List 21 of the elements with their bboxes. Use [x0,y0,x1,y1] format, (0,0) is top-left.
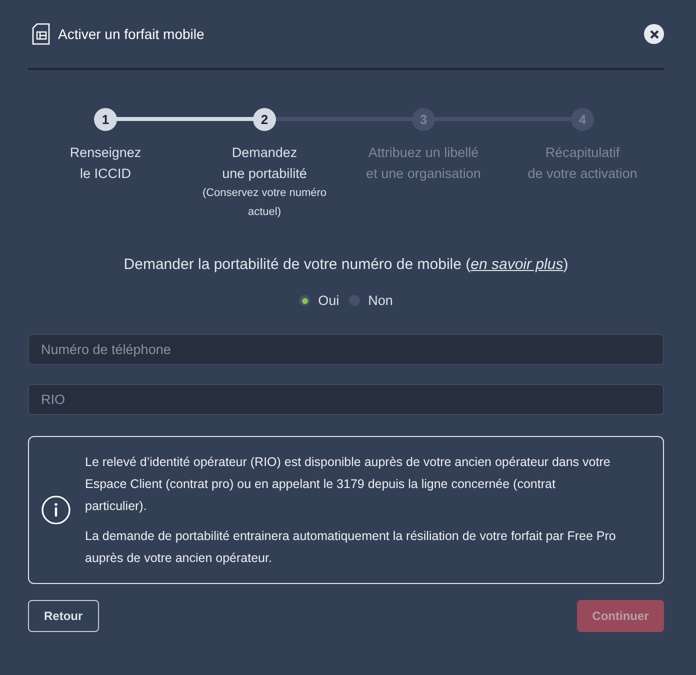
dialog-title: Activer un forfait mobile [58,26,206,42]
step-label: Demandez une portabilité [222,144,307,183]
step-label: Renseignez le ICCID [70,144,142,183]
step-label: Attribuez un libellé et une organisation [366,144,481,183]
close-button[interactable] [644,24,664,44]
step-label: Récapitulatif de votre activation [528,144,638,183]
info-text: La demande de portabilité entrainera automatiquement la résiliation de votre forfait par Free Pro auprès de votre ancien opérateur. [85,528,617,567]
info-text: Le relevé d’identité opérateur (RIO) est disponible auprès de votre ancien opérateur dans votre Espace Client (contrat pro) ou en appelant le 3179 depuis la ligne concernée (contrat particulier). [85,454,612,515]
step-number: 2 [253,108,276,131]
input-field[interactable]: RIO [28,384,664,415]
radio-option[interactable]: Non [349,293,393,308]
step-number: 1 [94,108,117,131]
learn-more-link[interactable]: en savoir plus [470,256,564,273]
close-icon [650,30,658,38]
step-note: (Conservez votre numéro actuel) [201,186,328,220]
sim-card-icon [32,23,50,45]
question-text: Demander la portabilité de votre numéro de mobile (en savoir plus) [122,256,570,273]
radio-option[interactable]: Oui [299,293,340,308]
info-icon [41,495,71,525]
back-button[interactable]: Retour [28,600,99,632]
input-field[interactable]: Numéro de téléphone [28,334,664,365]
